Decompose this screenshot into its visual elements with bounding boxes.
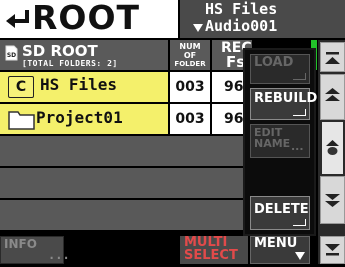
scroll-up-button[interactable] (320, 74, 345, 120)
song-indicator-icon (193, 24, 203, 32)
load-label: LOAD (254, 55, 294, 70)
info-ellipsis: ... (48, 248, 70, 262)
scroll-down-button[interactable] (320, 176, 345, 224)
folder-name: HS Files (40, 75, 118, 94)
enter-corner-icon (293, 73, 306, 80)
menu-label: MENU (254, 236, 298, 251)
scroll-top-button[interactable] (320, 42, 345, 72)
info-label: INFO (4, 237, 37, 251)
current-project-icon: C (8, 76, 34, 98)
folder-label: FOLDER (174, 60, 206, 68)
select-label: SELECT (184, 248, 238, 263)
jump-to-bottom-icon (325, 244, 340, 256)
name-label: NAME (254, 137, 291, 150)
scroll-up-icon (325, 88, 340, 101)
folder-count: 003 (170, 104, 210, 134)
delete-label: DELETE (254, 202, 309, 217)
num-label: NUM (179, 42, 201, 51)
current-project-name: HS Files (205, 0, 278, 18)
delete-button[interactable]: DELETE (250, 196, 310, 230)
edit-name-button[interactable]: EDIT NAME ... (250, 124, 310, 158)
current-song-name: Audio001 (205, 17, 278, 35)
scroll-thumb-icon[interactable] (326, 140, 339, 158)
folder-icon (8, 111, 35, 130)
enter-corner-icon (293, 219, 306, 226)
scroll-down-icon (325, 194, 340, 207)
back-arrow-icon[interactable] (4, 6, 30, 32)
svg-text:SD: SD (7, 52, 16, 59)
folder-name: Project01 (36, 108, 123, 127)
empty-list-row (0, 136, 252, 166)
empty-list-row (0, 200, 252, 230)
empty-list-row (0, 168, 252, 198)
scroll-bottom-button[interactable] (320, 236, 345, 264)
of-label: OF (183, 51, 197, 60)
num-of-folder-column-header: NUM OF FOLDER (170, 40, 210, 70)
folder-count: 003 (170, 72, 210, 102)
sd-root-label: SD ROOT (22, 42, 98, 60)
ellipsis-label: ... (291, 140, 304, 153)
rebuild-button[interactable]: REBUILD (250, 88, 317, 120)
load-button[interactable]: LOAD (250, 54, 310, 84)
jump-to-top-icon (325, 52, 340, 64)
enter-corner-icon (293, 109, 306, 116)
menu-dropdown-icon (295, 252, 305, 260)
rebuild-label: REBUILD (254, 91, 318, 106)
page-title: ROOT (32, 0, 141, 37)
total-folders-label: [TOTAL FOLDERS: 2] (22, 59, 118, 68)
sd-card-icon: SD (5, 45, 18, 61)
